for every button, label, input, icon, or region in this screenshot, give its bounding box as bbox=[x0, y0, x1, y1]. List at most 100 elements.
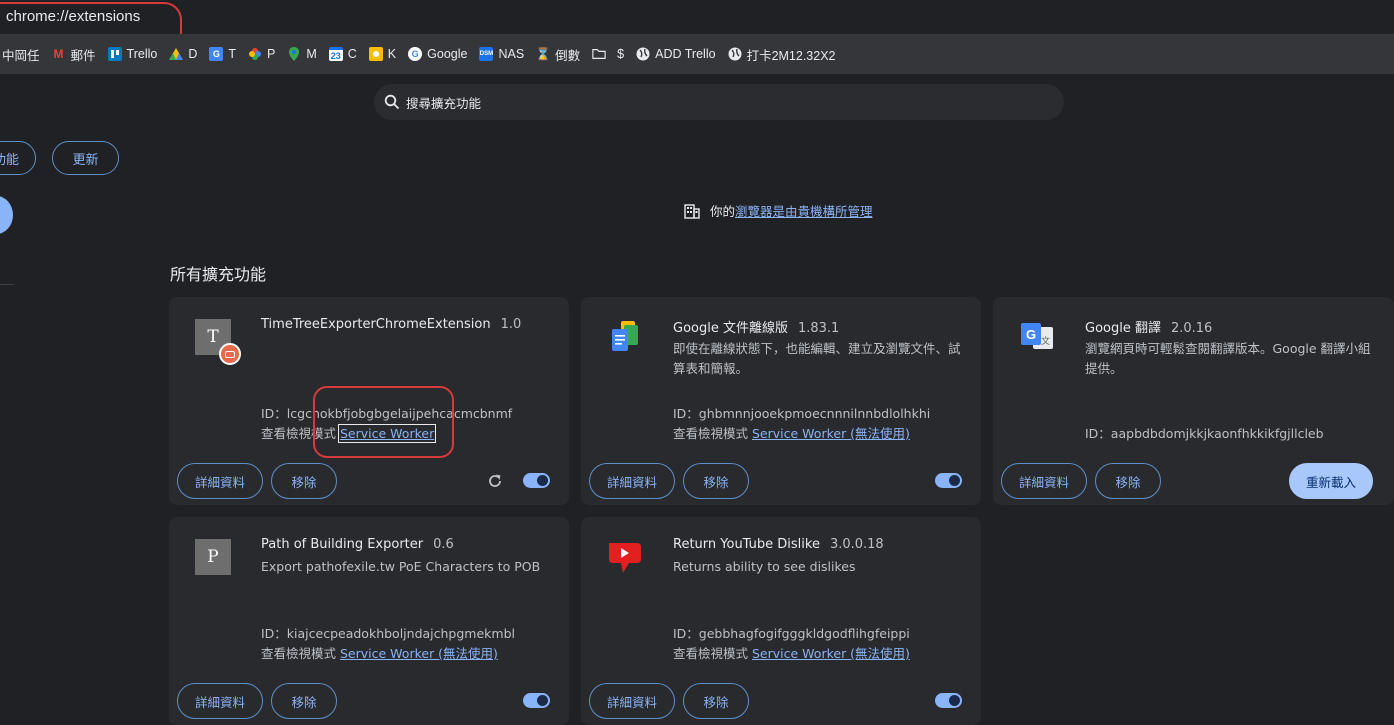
extension-description: Export pathofexile.tw PoE Characters to … bbox=[261, 559, 541, 574]
extension-name: Return YouTube Dislike bbox=[673, 537, 820, 552]
toggle-knob bbox=[537, 695, 548, 706]
drive-icon bbox=[169, 47, 184, 61]
service-worker-link[interactable]: Service Worker (無法使用) bbox=[340, 646, 498, 661]
youtube-dislike-icon bbox=[607, 539, 643, 575]
bookmark-item[interactable]: ADD Trello bbox=[636, 47, 716, 61]
enable-toggle[interactable] bbox=[935, 473, 962, 488]
google-translate-icon: G文 bbox=[1019, 319, 1055, 355]
update-button[interactable]: 更新 bbox=[52, 141, 119, 175]
bookmark-item[interactable]: 23 C bbox=[328, 47, 357, 61]
photos-icon bbox=[248, 47, 262, 61]
bookmark-label: M bbox=[306, 47, 317, 61]
inspect-prefix: 查看檢視模式 bbox=[261, 646, 337, 661]
remove-button[interactable]: 移除 bbox=[683, 683, 749, 719]
globe-icon bbox=[636, 47, 650, 61]
search-extensions-field[interactable]: 搜尋擴充功能 bbox=[374, 84, 1064, 120]
google-icon: G bbox=[408, 47, 423, 61]
inspect-views: 查看檢視模式 Service Worker (無法使用) bbox=[261, 643, 498, 662]
details-label: 詳細資料 bbox=[194, 474, 245, 490]
managed-prefix: 你的 bbox=[710, 204, 736, 219]
extension-name-row: Google 翻譯 2.0.16 bbox=[1085, 317, 1212, 336]
reload-button[interactable]: 重新載入 bbox=[1289, 463, 1373, 499]
remove-button[interactable]: 移除 bbox=[683, 463, 749, 499]
bookmark-label: NAS bbox=[498, 47, 525, 61]
details-button[interactable]: 詳細資料 bbox=[1001, 463, 1087, 499]
extension-version: 1.0 bbox=[500, 317, 522, 332]
search-placeholder: 搜尋擴充功能 bbox=[406, 95, 482, 111]
details-label: 詳細資料 bbox=[606, 694, 657, 710]
bookmark-label: T bbox=[228, 47, 236, 61]
remove-label: 移除 bbox=[291, 694, 317, 710]
trello-icon bbox=[107, 47, 122, 61]
translate-icon: G bbox=[209, 47, 224, 61]
bookmark-label: P bbox=[267, 47, 276, 61]
dsm-icon: DSM bbox=[479, 47, 494, 61]
bookmark-label: 中岡任 bbox=[2, 48, 40, 63]
extension-version: 1.83.1 bbox=[797, 321, 840, 336]
path-of-building-icon: P bbox=[195, 539, 231, 575]
enable-toggle[interactable] bbox=[523, 693, 550, 708]
service-worker-link[interactable]: Service Worker (無法使用) bbox=[752, 426, 910, 441]
inspect-prefix: 查看檢視模式 bbox=[673, 646, 749, 661]
remove-label: 移除 bbox=[291, 474, 317, 490]
enable-toggle[interactable] bbox=[523, 473, 550, 488]
svg-text:G: G bbox=[1026, 327, 1036, 342]
remove-button[interactable]: 移除 bbox=[271, 683, 337, 719]
details-label: 詳細資料 bbox=[194, 694, 245, 710]
bookmark-item[interactable]: G Google bbox=[408, 47, 467, 61]
extension-name-row: TimeTreeExporterChromeExtension 1.0 bbox=[261, 317, 521, 332]
bookmark-item[interactable]: D bbox=[169, 47, 197, 61]
bookmarks-bar: 中岡任 M 郵件 Trello D GT P M 23 C K G Google DS… bbox=[0, 34, 1394, 74]
globe-icon bbox=[728, 47, 742, 61]
service-worker-link[interactable]: Service Worker (無法使用) bbox=[752, 646, 910, 661]
folder-icon bbox=[592, 47, 606, 61]
bookmark-item[interactable]: $ bbox=[592, 47, 624, 61]
reload-icon[interactable] bbox=[487, 473, 503, 489]
inspect-prefix: 查看檢視模式 bbox=[673, 426, 749, 441]
details-button[interactable]: 詳細資料 bbox=[589, 683, 675, 719]
sidebar-divider bbox=[0, 284, 14, 285]
toggle-knob bbox=[949, 695, 960, 706]
bookmark-item[interactable]: DSM NAS bbox=[479, 47, 524, 61]
details-button[interactable]: 詳細資料 bbox=[589, 463, 675, 499]
details-label: 詳細資料 bbox=[1018, 474, 1069, 490]
badge-icon bbox=[219, 343, 241, 365]
extension-name-row: Path of Building Exporter 0.6 bbox=[261, 537, 454, 552]
inspect-views: 查看檢視模式 Service Worker (無法使用) bbox=[673, 423, 910, 442]
hourglass-icon: ⌛ bbox=[535, 47, 551, 61]
extension-name-row: Return YouTube Dislike 3.0.0.18 bbox=[673, 537, 884, 552]
inspect-views: 查看檢視模式 Service Worker (無法使用) bbox=[673, 643, 910, 662]
bookmark-label: D bbox=[188, 47, 198, 61]
extension-id: ID：aapbdbdomjkkjkaonfhkkikfgjllcleb bbox=[1085, 426, 1324, 441]
enable-toggle[interactable] bbox=[935, 693, 962, 708]
bookmark-item[interactable]: 中岡任 bbox=[2, 45, 40, 64]
bookmark-label: 倒數 bbox=[555, 48, 581, 63]
bookmark-item[interactable]: GT bbox=[209, 47, 236, 61]
extension-name-row: Google 文件離線版 1.83.1 bbox=[673, 317, 839, 336]
details-button[interactable]: 詳細資料 bbox=[177, 463, 263, 499]
details-button[interactable]: 詳細資料 bbox=[177, 683, 263, 719]
extension-description: 瀏覽網頁時可輕鬆查閱翻譯版本。Google 翻譯小組提供。 bbox=[1085, 341, 1371, 376]
bookmark-item[interactable]: M 郵件 bbox=[52, 45, 96, 64]
google-docs-offline-icon bbox=[607, 319, 643, 355]
managed-link[interactable]: 瀏覽器是由貴機構所管理 bbox=[735, 201, 873, 220]
bookmark-item[interactable]: K bbox=[368, 47, 396, 61]
bookmark-item[interactable]: 打卡2M12.32X2 bbox=[728, 45, 836, 64]
bookmark-label: 郵件 bbox=[70, 48, 96, 63]
extension-id: ID：ghbmnnjooekpmoecnnnilnnbdlolhkhi bbox=[673, 406, 931, 421]
extension-name: Google 文件離線版 bbox=[673, 321, 788, 336]
extension-description: Returns ability to see dislikes bbox=[673, 559, 856, 574]
bookmark-item[interactable]: M bbox=[287, 47, 317, 61]
sidebar-selected-indicator[interactable] bbox=[0, 196, 13, 234]
bookmark-item[interactable]: P bbox=[248, 47, 275, 61]
extension-name: Path of Building Exporter bbox=[261, 537, 424, 552]
toggle-knob bbox=[537, 475, 548, 486]
extension-version: 0.6 bbox=[433, 537, 454, 552]
remove-button[interactable]: 移除 bbox=[1095, 463, 1161, 499]
remove-button[interactable]: 移除 bbox=[271, 463, 337, 499]
address-bar[interactable]: chrome://extensions bbox=[0, 0, 1394, 34]
bookmark-item[interactable]: Trello bbox=[107, 47, 157, 61]
managed-notice: 你的 瀏覽器是由貴機構所管理 bbox=[684, 201, 873, 220]
load-unpacked-button[interactable]: 功能 bbox=[0, 141, 36, 175]
bookmark-item[interactable]: ⌛ 倒數 bbox=[536, 45, 580, 64]
